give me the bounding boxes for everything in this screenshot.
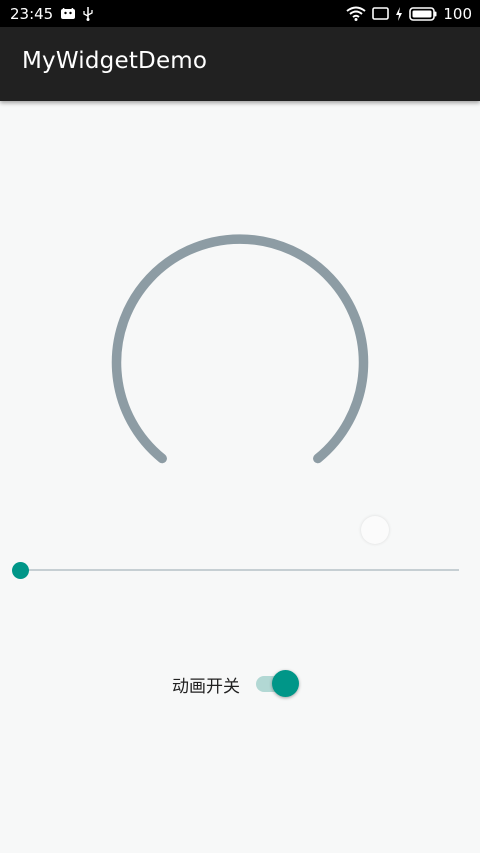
switch-thumb (272, 670, 299, 697)
android-notification-icon (61, 8, 76, 19)
screen-cast-icon (372, 7, 390, 20)
ripple-indicator (361, 516, 389, 544)
seek-bar-thumb[interactable] (12, 562, 29, 579)
charging-icon (395, 6, 403, 21)
app-title: MyWidgetDemo (22, 48, 208, 74)
arc-progress-track (111, 234, 369, 464)
wifi-icon (346, 6, 366, 21)
status-left: 23:45 (10, 0, 93, 27)
app-bar: MyWidgetDemo (0, 27, 480, 101)
seek-bar-track[interactable] (20, 569, 459, 571)
status-right: 100 (346, 0, 472, 27)
arc-progress-svg (111, 234, 369, 464)
status-bar: 23:45 100 (0, 0, 480, 27)
status-time: 23:45 (10, 4, 54, 23)
battery-icon (409, 6, 437, 21)
battery-level: 100 (443, 4, 472, 23)
usb-icon (83, 6, 93, 21)
animation-switch[interactable] (256, 668, 300, 700)
animation-switch-label: 动画开关 (172, 676, 240, 697)
arc-progress-view[interactable] (0, 101, 480, 581)
animation-switch-row: 动画开关 (172, 668, 300, 700)
